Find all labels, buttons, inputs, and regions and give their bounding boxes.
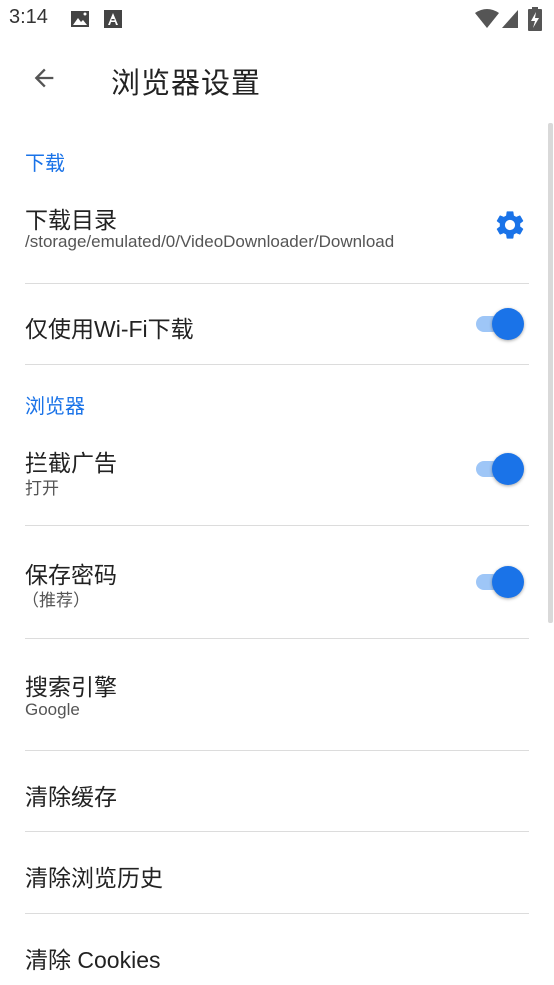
block-ads-summary: 打开 (25, 479, 59, 498)
clear-cookies-row[interactable]: 清除 Cookies (0, 914, 554, 985)
wifi-only-title: 仅使用Wi-Fi下载 (25, 316, 194, 342)
wifi-only-row[interactable]: 仅使用Wi-Fi下载 (0, 284, 554, 364)
save-password-summary: （推荐） (22, 591, 90, 610)
clear-cache-row[interactable]: 清除缓存 (0, 751, 554, 831)
search-engine-row[interactable]: 搜索引擎 Google (0, 639, 554, 750)
download-directory-title: 下载目录 (25, 207, 117, 233)
clear-history-title: 清除浏览历史 (25, 865, 163, 891)
toggle-thumb (492, 453, 524, 485)
clear-cache-title: 清除缓存 (25, 784, 117, 810)
toggle-thumb (492, 566, 524, 598)
block-ads-toggle[interactable] (474, 452, 526, 486)
status-bar: 3:14 (0, 0, 554, 38)
download-directory-path: /storage/emulated/0/VideoDownloader/Down… (25, 232, 395, 251)
download-directory-settings-button[interactable] (490, 207, 530, 247)
clear-cookies-title: 清除 Cookies (25, 947, 161, 973)
search-engine-summary: Google (25, 700, 80, 719)
block-ads-row[interactable]: 拦截广告 打开 (0, 430, 554, 525)
clear-history-row[interactable]: 清除浏览历史 (0, 832, 554, 912)
app-bar: 浏览器设置 (0, 40, 554, 120)
battery-charging-icon (528, 7, 542, 36)
status-time: 3:14 (9, 6, 48, 28)
signal-icon (501, 9, 519, 34)
text-icon (104, 9, 122, 34)
search-engine-title: 搜索引擎 (25, 674, 117, 700)
divider (25, 364, 529, 365)
arrow-back-icon (30, 64, 58, 97)
back-button[interactable] (22, 58, 66, 102)
block-ads-title: 拦截广告 (25, 450, 117, 476)
wifi-icon (475, 9, 499, 34)
save-password-toggle[interactable] (474, 565, 526, 599)
page-title: 浏览器设置 (111, 68, 262, 100)
download-directory-row[interactable]: 下载目录 /storage/emulated/0/VideoDownloader… (0, 190, 554, 282)
gear-icon (493, 208, 527, 247)
wifi-only-toggle[interactable] (474, 307, 526, 341)
toggle-thumb (492, 308, 524, 340)
save-password-row[interactable]: 保存密码 （推荐） (0, 526, 554, 637)
save-password-title: 保存密码 (25, 562, 117, 588)
section-header-download: 下载 (25, 153, 65, 175)
image-icon (70, 9, 90, 34)
section-header-browser: 浏览器 (25, 396, 85, 418)
